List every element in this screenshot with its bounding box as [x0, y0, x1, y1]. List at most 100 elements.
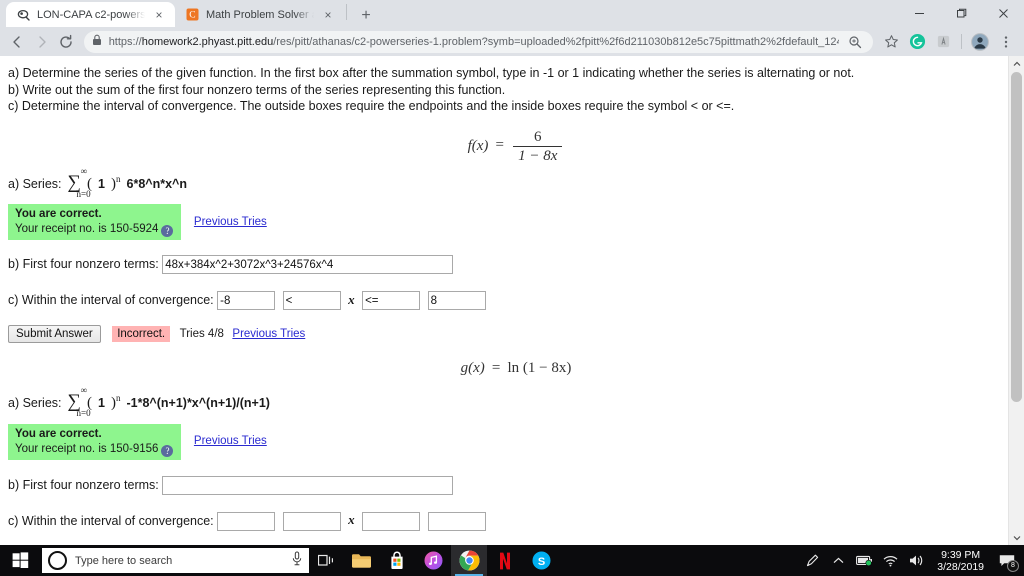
screen: LON-CAPA c2-powerseries-1 × C Math Probl… — [0, 0, 1024, 576]
google-chrome-icon[interactable] — [451, 545, 487, 576]
cortana-circle-icon — [48, 551, 67, 570]
previous-tries-link[interactable]: Previous Tries — [194, 216, 267, 228]
interval-right-endpoint-input[interactable] — [427, 291, 486, 310]
series-coefficient: 1 — [98, 396, 105, 410]
search-placeholder: Type here to search — [75, 554, 173, 567]
scroll-down-icon[interactable] — [1009, 530, 1024, 545]
volume-icon[interactable] — [903, 545, 929, 576]
problem-page: a) Determine the series of the given fun… — [0, 56, 1024, 545]
interval-label: c) Within the interval of convergence: — [8, 292, 214, 307]
minimize-icon[interactable] — [898, 0, 940, 27]
browser-chrome: LON-CAPA c2-powerseries-1 × C Math Probl… — [0, 0, 1024, 56]
search-input[interactable]: Type here to search — [42, 548, 309, 573]
series-row-2: a) Series: ∑ ∞ n=0 ( 1 )n -1*8^(n+1)*x^(n+… — [8, 386, 1024, 418]
itunes-icon[interactable] — [415, 545, 451, 576]
interval-row-2: c) Within the interval of convergence: x — [8, 511, 1024, 531]
taskbar-clock[interactable]: 9:39 PM 3/28/2019 — [929, 549, 992, 573]
scroll-up-icon[interactable] — [1009, 56, 1024, 71]
tries-counter: Tries 4/8 — [179, 327, 224, 340]
sigma-lower-limit: n=0 — [76, 188, 91, 199]
interval-right-operator-input[interactable] — [362, 511, 421, 531]
sigma-upper-limit: ∞ — [80, 165, 87, 176]
action-center-icon[interactable]: 8 — [992, 545, 1022, 576]
help-icon[interactable]: ? — [161, 444, 174, 457]
microsoft-store-icon[interactable] — [379, 545, 415, 576]
grammarly-icon[interactable] — [905, 30, 929, 54]
terms-row-1: b) First four nonzero terms: — [8, 255, 1024, 274]
tab-title: LON-CAPA c2-powerseries-1 — [37, 8, 145, 21]
battery-icon[interactable] — [851, 545, 877, 576]
status-receipt: Your receipt no. is 150-5924 — [15, 223, 159, 235]
tab-math-solver[interactable]: C Math Problem Solver and Calcula × — [175, 2, 344, 27]
submit-answer-button[interactable]: Submit Answer — [8, 325, 101, 343]
scrollbar-thumb[interactable] — [1011, 72, 1022, 402]
extension-icon[interactable] — [931, 30, 955, 54]
terms-input[interactable] — [162, 255, 454, 274]
system-tray: 9:39 PM 3/28/2019 8 — [799, 545, 1024, 576]
status-receipt-line: Your receipt no. is 150-9156? — [15, 442, 174, 457]
clock-time: 9:39 PM — [941, 548, 981, 561]
tab-close-icon[interactable]: × — [321, 8, 335, 22]
wifi-icon[interactable] — [877, 545, 903, 576]
previous-tries-link[interactable]: Previous Tries — [194, 435, 267, 447]
page-scrollbar[interactable] — [1008, 56, 1024, 545]
submit-row-1: Submit Answer Incorrect. Tries 4/8 Previ… — [8, 325, 1024, 343]
skype-icon[interactable]: S — [523, 545, 559, 576]
interval-left-operator-input[interactable] — [282, 511, 341, 531]
interval-right-operator-input[interactable] — [362, 291, 421, 310]
three-dot-menu-icon[interactable] — [994, 30, 1018, 54]
interval-left-endpoint-input[interactable] — [217, 291, 276, 310]
forward-arrow-icon[interactable] — [31, 30, 54, 54]
series-expression: -1*8^(n+1)*x^(n+1)/(n+1) — [126, 396, 270, 410]
terms-label: b) First four nonzero terms: — [8, 256, 159, 271]
close-icon[interactable] — [982, 0, 1024, 27]
series-label: a) Series: — [8, 176, 62, 191]
tab-loncapa[interactable]: LON-CAPA c2-powerseries-1 × — [6, 2, 175, 27]
task-view-icon[interactable] — [309, 545, 343, 576]
file-explorer-icon[interactable] — [343, 545, 379, 576]
status-title: You are correct. — [15, 427, 102, 440]
summation-symbol: ∑ ∞ n=0 — [67, 165, 91, 199]
series-expression: 6*8^n*x^n — [126, 176, 187, 191]
help-icon[interactable]: ? — [161, 225, 174, 237]
tab-close-icon[interactable]: × — [152, 8, 166, 22]
interval-left-endpoint-input[interactable] — [217, 511, 276, 531]
interval-row-1: c) Within the interval of convergence: x — [8, 291, 1024, 310]
interval-right-endpoint-input[interactable] — [427, 511, 486, 531]
status-title: You are correct. — [15, 208, 102, 220]
avatar-icon[interactable] — [968, 30, 992, 54]
tab-title: Math Problem Solver and Calcula — [206, 8, 314, 21]
terms-label: b) First four nonzero terms: — [8, 477, 159, 492]
tab-strip: LON-CAPA c2-powerseries-1 × C Math Probl… — [0, 0, 1024, 27]
url-text: https://homework2.phyast.pitt.edu/res/pi… — [108, 35, 840, 48]
series-coefficient: 1 — [98, 176, 105, 191]
previous-tries-link[interactable]: Previous Tries — [232, 328, 305, 340]
formula-numerator: 6 — [534, 128, 542, 145]
microphone-icon[interactable] — [291, 551, 303, 571]
star-icon[interactable] — [879, 30, 903, 54]
windows-start-icon[interactable] — [0, 545, 40, 576]
address-bar[interactable]: https://homework2.phyast.pitt.edu/res/pi… — [83, 30, 874, 53]
zoom-icon[interactable] — [845, 32, 865, 52]
show-hidden-icons-icon[interactable] — [825, 545, 851, 576]
pen-workspace-icon[interactable] — [799, 545, 825, 576]
interval-variable: x — [348, 512, 355, 528]
interval-left-operator-input[interactable] — [282, 291, 341, 310]
formula-equals: = — [495, 137, 504, 154]
instructions: a) Determine the series of the given fun… — [8, 65, 1024, 115]
window-controls — [898, 0, 1024, 27]
incorrect-status-badge: Incorrect. — [112, 325, 171, 342]
netflix-icon[interactable] — [487, 545, 523, 576]
series-exponent: n — [116, 173, 121, 184]
new-tab-button[interactable]: + — [353, 5, 379, 27]
maximize-icon[interactable] — [940, 0, 982, 27]
instruction-c: c) Determine the interval of convergence… — [8, 99, 735, 113]
status-row-2: You are correct. Your receipt no. is 150… — [8, 423, 1024, 460]
svg-text:S: S — [537, 556, 544, 568]
back-arrow-icon[interactable] — [6, 30, 29, 54]
function-formula-g: g(x) = ln (1 − 8x) — [8, 360, 1024, 380]
page-viewport: a) Determine the series of the given fun… — [0, 56, 1024, 545]
terms-input[interactable] — [162, 475, 454, 495]
instruction-a: a) Determine the series of the given fun… — [8, 66, 855, 80]
reload-icon[interactable] — [55, 30, 78, 54]
